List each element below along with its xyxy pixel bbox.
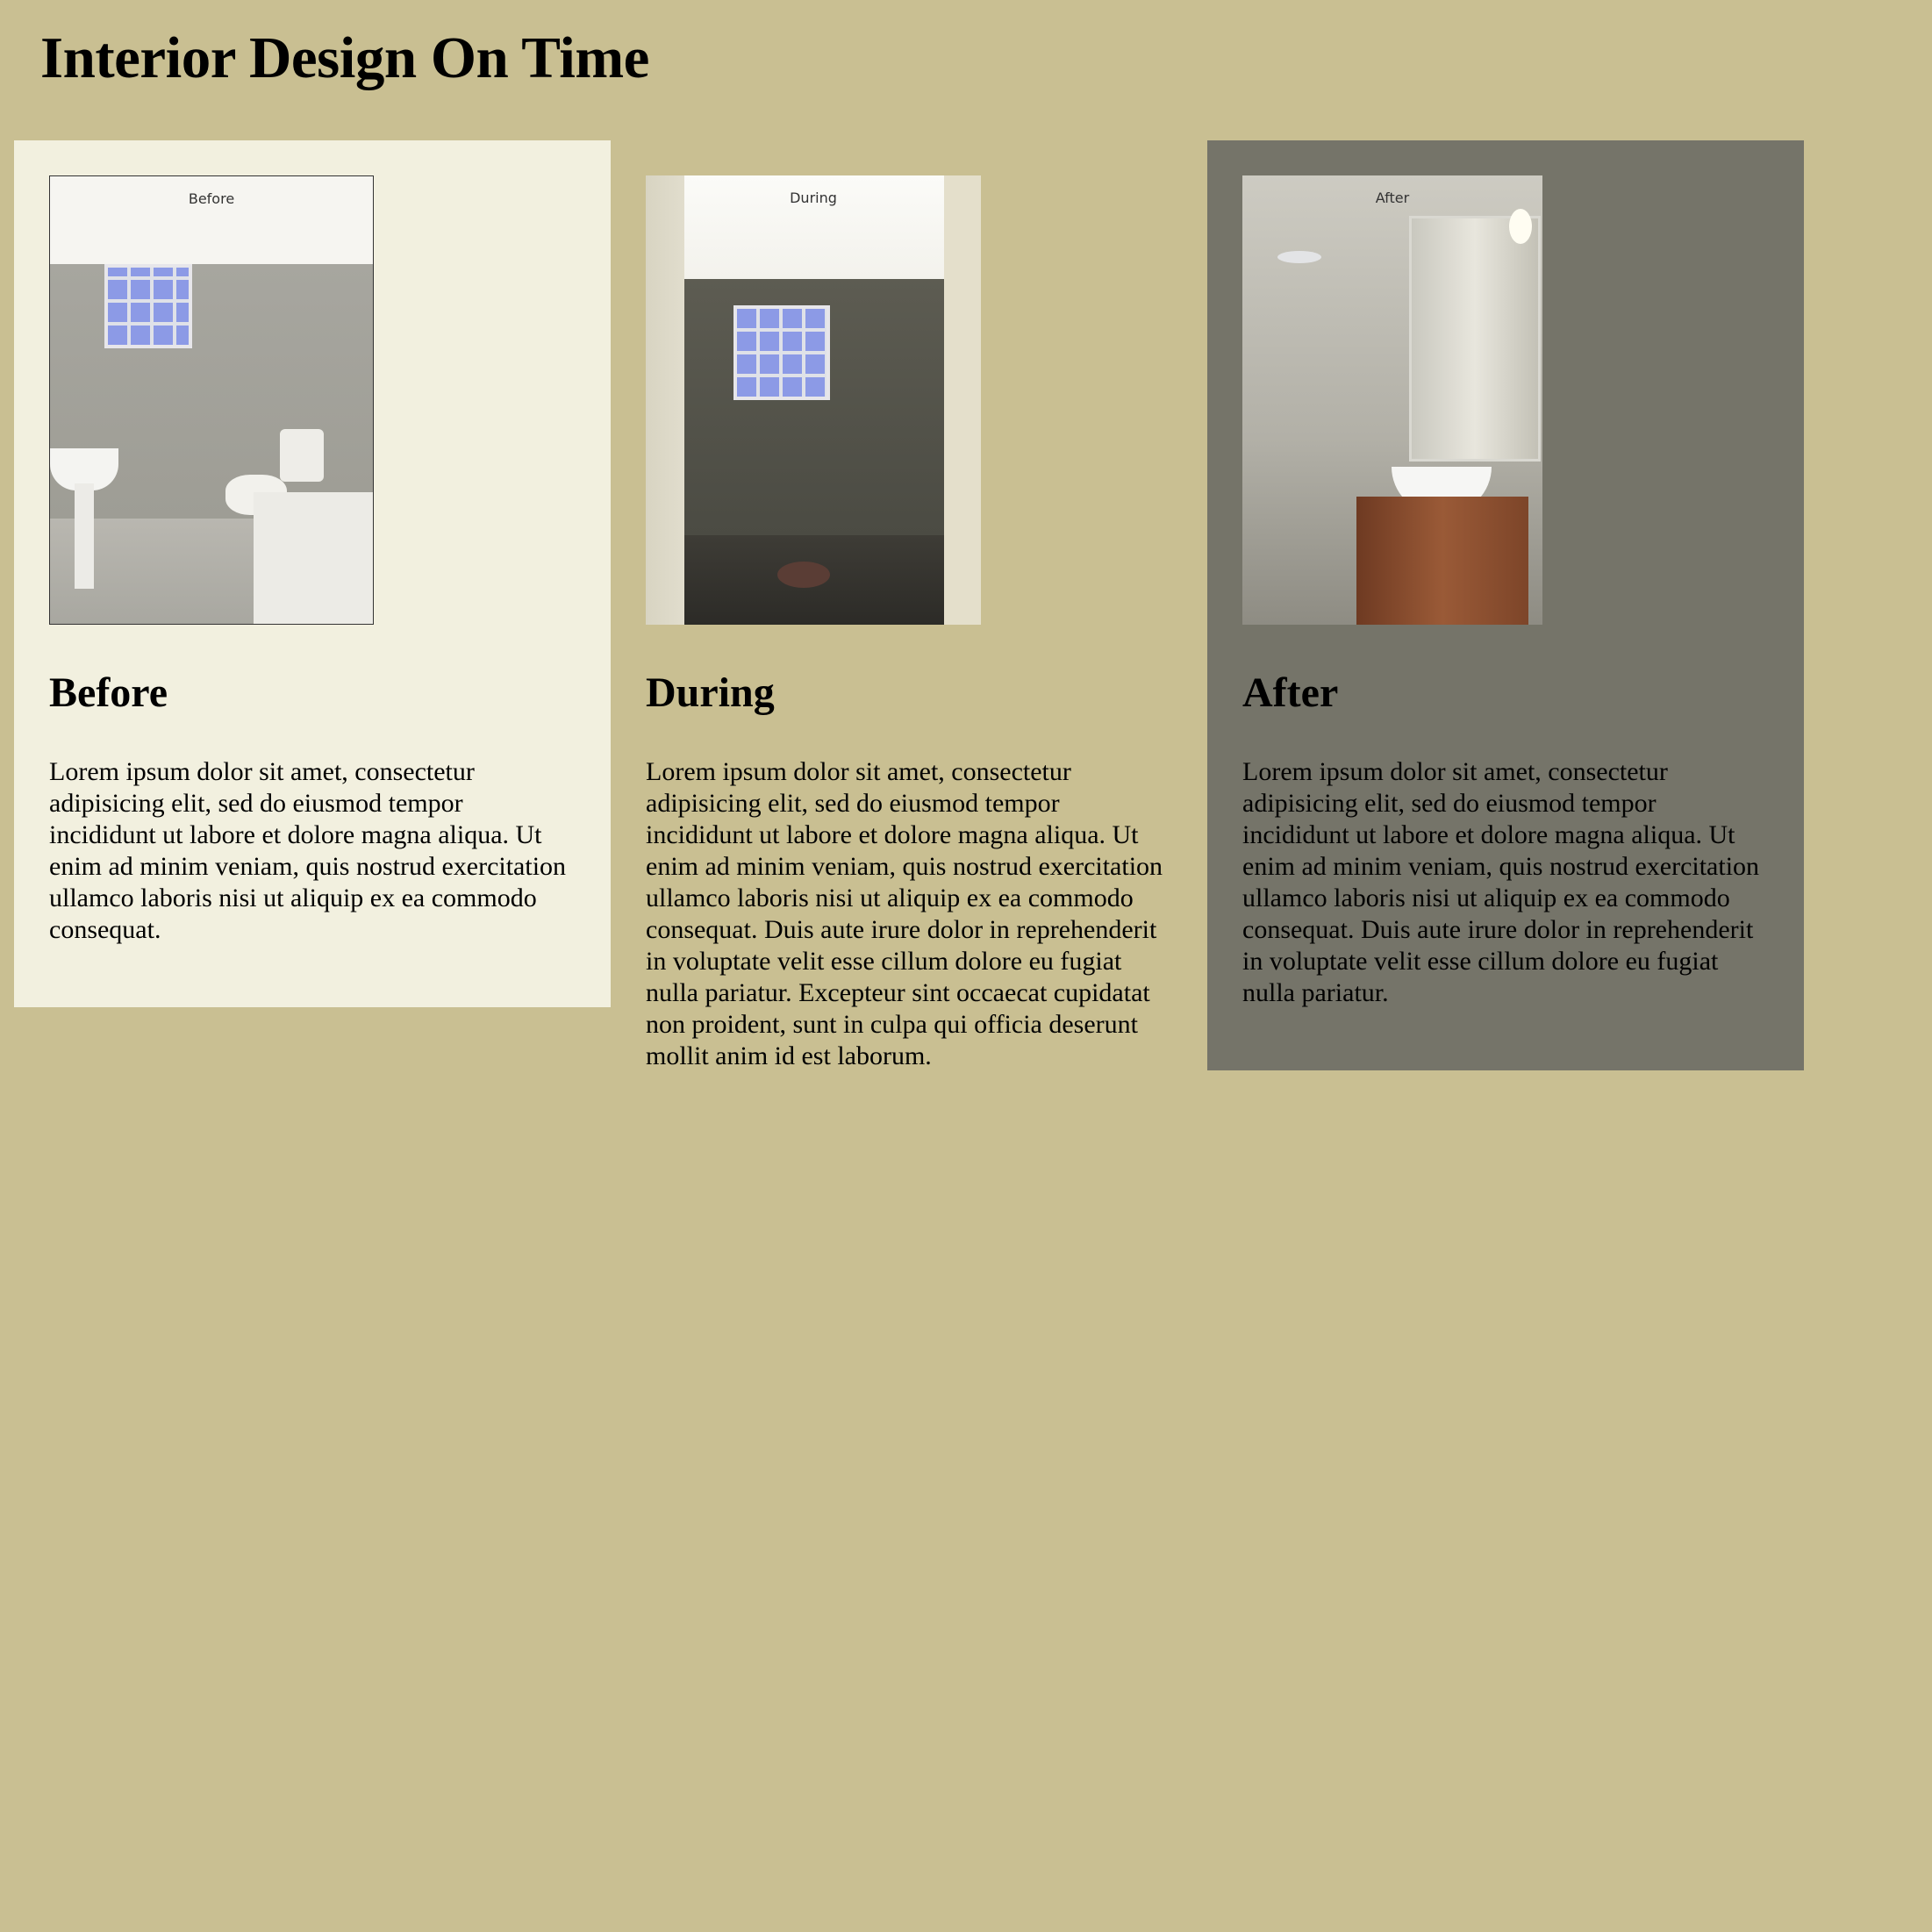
card-heading: After [1242,669,1339,716]
sink-pedestal-shape [75,483,94,589]
light-shape [1509,209,1532,244]
card-heading: During [646,669,775,716]
window-shape [733,305,830,400]
card-body: Lorem ipsum dolor sit amet, consectetur … [49,757,567,944]
photo-caption: Before [188,190,235,207]
card-before: Before Before Lorem ipsum dolor sit amet… [14,140,611,1007]
photo-caption: After [1375,190,1410,206]
photo-caption: During [790,190,837,206]
shower-head-shape [1277,251,1321,263]
window-shape [104,264,192,348]
mirror-shape [1409,216,1541,462]
card-body: Lorem ipsum dolor sit amet, consectetur … [1242,757,1760,1007]
vanity-shape [1356,497,1528,625]
during-bathroom-photo: During [646,175,981,625]
right-wall-shape [944,175,981,625]
toilet-tank-shape [280,429,324,482]
after-bathroom-photo: After [1242,175,1542,625]
before-bathroom-photo: Before [49,175,374,625]
card-heading: Before [49,669,168,716]
card-during: During During Lorem ipsum dolor sit amet… [611,140,1207,1134]
card-body: Lorem ipsum dolor sit amet, consectetur … [646,757,1163,1070]
bathtub-shape [254,492,373,624]
page-title: Interior Design On Time [40,25,649,90]
card-after: After After Lorem ipsum dolor sit amet, … [1207,140,1804,1070]
floor-debris-shape [777,562,830,588]
